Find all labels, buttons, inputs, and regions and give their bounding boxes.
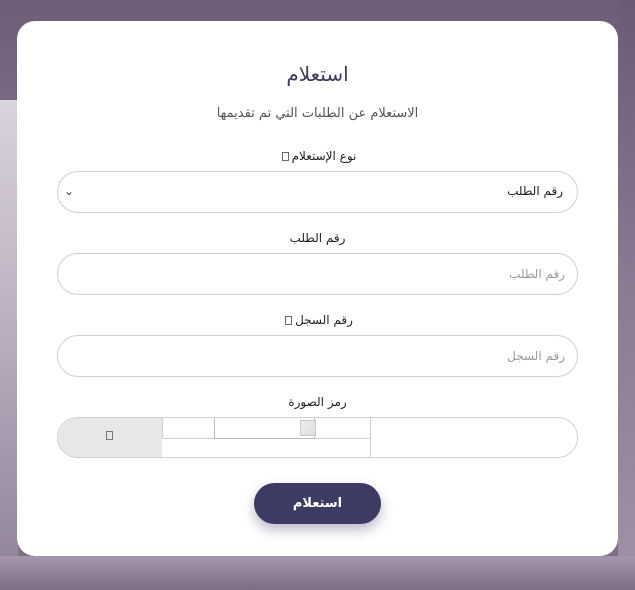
- background-bottom: [0, 556, 635, 590]
- info-icon: [285, 316, 293, 325]
- captcha-row: [57, 417, 578, 458]
- captcha-refresh-button[interactable]: [58, 418, 162, 457]
- background-left: [0, 100, 18, 590]
- captcha-input[interactable]: [371, 418, 577, 457]
- inquiry-type-label: نوع الإستعلام: [291, 149, 357, 163]
- inquiry-type-select[interactable]: رقم الطلب ⌄: [57, 171, 578, 213]
- registry-number-input[interactable]: [57, 335, 578, 377]
- refresh-icon: [106, 431, 113, 440]
- inquiry-type-label-row: نوع الإستعلام: [0, 149, 635, 163]
- background-right: [618, 0, 635, 590]
- chevron-down-icon: ⌄: [64, 184, 75, 198]
- page-subtitle: الاستعلام عن الطلبات التي تم تقديمها: [216, 106, 419, 121]
- broken-image-icon: [300, 420, 316, 436]
- page-title: استعلام: [286, 62, 349, 86]
- info-icon: [281, 152, 289, 161]
- submit-button[interactable]: استعلام: [254, 483, 381, 524]
- request-number-input[interactable]: [57, 253, 578, 295]
- registry-number-label-row: رقم السجل: [0, 313, 635, 327]
- inquiry-type-value: رقم الطلب: [507, 184, 563, 198]
- request-number-label: رقم الطلب: [289, 231, 346, 245]
- captcha-label: رمز الصورة: [288, 395, 347, 409]
- registry-number-label: رقم السجل: [295, 313, 353, 327]
